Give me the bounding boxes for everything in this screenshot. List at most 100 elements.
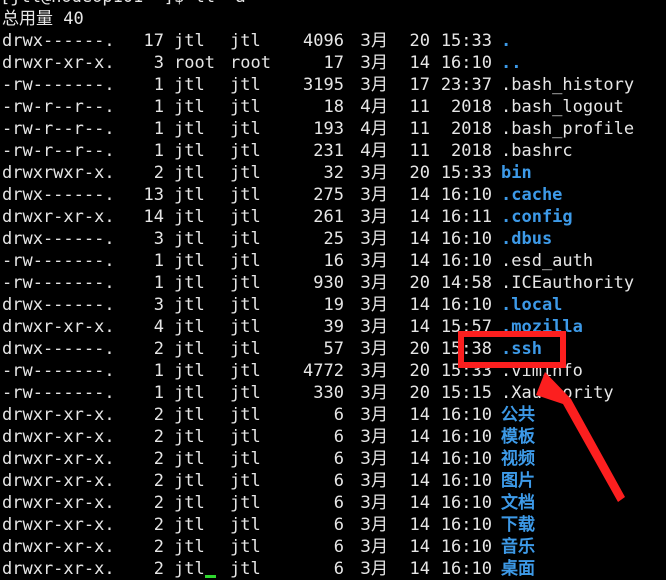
file-row[interactable]: drwxr-xr-x. 2 jtl jtl 6 3月 14 16:10 文档 <box>2 492 634 514</box>
file-row[interactable]: drwxr-xr-x. 2 jtl jtl 6 3月 14 16:10 桌面 <box>2 558 634 580</box>
file-name[interactable]: .config <box>492 206 573 228</box>
file-size: 6 <box>333 427 344 447</box>
file-perm: drwxr-xr-x. <box>2 537 115 557</box>
file-name[interactable]: 下载 <box>492 514 535 536</box>
file-owner: jtl <box>174 339 205 359</box>
file-name[interactable]: 文档 <box>492 492 535 514</box>
file-size: 930 <box>313 273 344 293</box>
file-name[interactable]: . <box>492 30 511 52</box>
file-month: 3月 <box>360 53 388 73</box>
file-name[interactable]: 公共 <box>492 404 535 426</box>
file-day: 20 <box>409 273 430 293</box>
file-name[interactable]: .cache <box>492 184 562 206</box>
file-row[interactable]: drwx------. 13 jtl jtl 275 3月 14 16:10 .cache <box>2 184 634 206</box>
file-size: 17 <box>323 53 344 73</box>
file-links: 2 <box>153 339 164 359</box>
file-group: root <box>230 53 271 73</box>
file-name[interactable]: .. <box>492 52 521 74</box>
file-row[interactable]: drwx------. 3 jtl jtl 25 3月 14 16:10 .dbus <box>2 228 634 250</box>
file-day: 14 <box>409 537 430 557</box>
file-perm: drwxr-xr-x. <box>2 493 115 513</box>
file-size: 25 <box>323 229 344 249</box>
file-row[interactable]: -rw-r--r--. 1 jtl jtl 231 4月 11 2018 .bashrc <box>2 140 634 162</box>
file-name[interactable]: .dbus <box>492 228 552 250</box>
file-size: 57 <box>323 339 344 359</box>
file-owner: jtl <box>174 471 205 491</box>
file-group: jtl <box>230 31 261 51</box>
file-month: 4月 <box>360 119 388 139</box>
terminal-window[interactable]: [jtl@nodeop101 ~]$ ll -a 总用量 40 drwx----… <box>0 0 666 580</box>
file-row[interactable]: drwx------. 17 jtl jtl 4096 3月 20 15:33. <box>2 30 634 52</box>
file-perm: drwx------. <box>2 229 115 249</box>
file-group: jtl <box>230 383 261 403</box>
file-name[interactable]: .bashrc <box>492 140 573 162</box>
file-perm: drwx------. <box>2 339 115 359</box>
file-owner: jtl <box>174 273 205 293</box>
file-size: 3195 <box>303 75 344 95</box>
file-day: 11 <box>409 119 430 139</box>
file-row[interactable]: drwxr-xr-x. 2 jtl jtl 6 3月 14 16:10 音乐 <box>2 536 634 558</box>
file-day: 20 <box>409 31 430 51</box>
file-name[interactable]: 桌面 <box>492 558 535 580</box>
file-name[interactable]: .esd_auth <box>492 250 593 272</box>
file-links: 1 <box>153 383 164 403</box>
file-name[interactable]: .Xauthority <box>492 382 614 404</box>
file-links: 2 <box>153 559 164 579</box>
file-size: 330 <box>313 383 344 403</box>
file-name[interactable]: .bash_history <box>492 74 634 96</box>
file-row[interactable]: drwx------. 3 jtl jtl 19 3月 14 16:10 .local <box>2 294 634 316</box>
file-row[interactable]: -rw-------. 1 jtl jtl 930 3月 20 14:58 .ICEauthor… <box>2 272 634 294</box>
file-owner: jtl <box>174 405 205 425</box>
file-owner: jtl <box>174 383 205 403</box>
file-row[interactable]: -rw-------. 1 jtl jtl 16 3月 14 16:10 .esd_auth <box>2 250 634 272</box>
annotation-highlight-box <box>458 331 566 368</box>
file-row[interactable]: drwxrwxr-x. 2 jtl jtl 32 3月 20 15:33 bin <box>2 162 634 184</box>
file-row[interactable]: -rw-------. 1 jtl jtl 3195 3月 17 23:37 .bash_his… <box>2 74 634 96</box>
file-name[interactable]: 视频 <box>492 448 535 470</box>
file-month: 3月 <box>360 515 388 535</box>
file-row[interactable]: -rw-------. 1 jtl jtl 330 3月 20 15:15 .Xauthorit… <box>2 382 634 404</box>
file-owner: jtl <box>174 361 205 381</box>
file-time: 16:11 <box>440 207 492 227</box>
file-row[interactable]: drwxr-xr-x. 3 root root 17 3月 14 16:10.. <box>2 52 634 74</box>
file-owner: jtl <box>174 31 205 51</box>
file-row[interactable]: drwxr-xr-x. 2 jtl jtl 6 3月 14 16:10 公共 <box>2 404 634 426</box>
file-size: 19 <box>323 295 344 315</box>
file-perm: drwxrwxr-x. <box>2 163 115 183</box>
file-links: 2 <box>153 449 164 469</box>
file-links: 2 <box>153 471 164 491</box>
file-group: jtl <box>230 119 261 139</box>
file-time: 15:33 <box>440 31 492 51</box>
file-perm: drwxr-xr-x. <box>2 53 115 73</box>
file-group: jtl <box>230 163 261 183</box>
file-row[interactable]: drwxr-xr-x. 2 jtl jtl 6 3月 14 16:10 视频 <box>2 448 634 470</box>
file-month: 4月 <box>360 141 388 161</box>
file-links: 1 <box>153 75 164 95</box>
file-perm: drwx------. <box>2 295 115 315</box>
file-group: jtl <box>230 449 261 469</box>
file-month: 3月 <box>360 251 388 271</box>
file-row[interactable]: -rw-r--r--. 1 jtl jtl 193 4月 11 2018 .bash_profi… <box>2 118 634 140</box>
file-name[interactable]: 图片 <box>492 470 535 492</box>
file-name[interactable]: .local <box>492 294 562 316</box>
file-row[interactable]: -rw-r--r--. 1 jtl jtl 18 4月 11 2018 .bash_logout <box>2 96 634 118</box>
file-name[interactable]: 音乐 <box>492 536 535 558</box>
file-row[interactable]: drwxr-xr-x. 2 jtl jtl 6 3月 14 16:10 模板 <box>2 426 634 448</box>
file-size: 6 <box>333 537 344 557</box>
file-name[interactable]: .bash_profile <box>492 118 634 140</box>
file-links: 2 <box>153 537 164 557</box>
file-owner: jtl <box>174 317 205 337</box>
file-size: 39 <box>323 317 344 337</box>
file-group: jtl <box>230 185 261 205</box>
file-size: 231 <box>313 141 344 161</box>
file-day: 14 <box>409 317 430 337</box>
file-row[interactable]: drwxr-xr-x. 2 jtl jtl 6 3月 14 16:10 下载 <box>2 514 634 536</box>
file-name[interactable]: .bash_logout <box>492 96 624 118</box>
file-month: 3月 <box>360 185 388 205</box>
file-name[interactable]: 模板 <box>492 426 535 448</box>
file-row[interactable]: drwxr-xr-x. 2 jtl jtl 6 3月 14 16:10 图片 <box>2 470 634 492</box>
file-name[interactable]: .ICEauthority <box>492 272 634 294</box>
file-group: jtl <box>230 229 261 249</box>
file-row[interactable]: drwxr-xr-x. 14 jtl jtl 261 3月 14 16:11 .config <box>2 206 634 228</box>
file-name[interactable]: bin <box>492 162 532 184</box>
